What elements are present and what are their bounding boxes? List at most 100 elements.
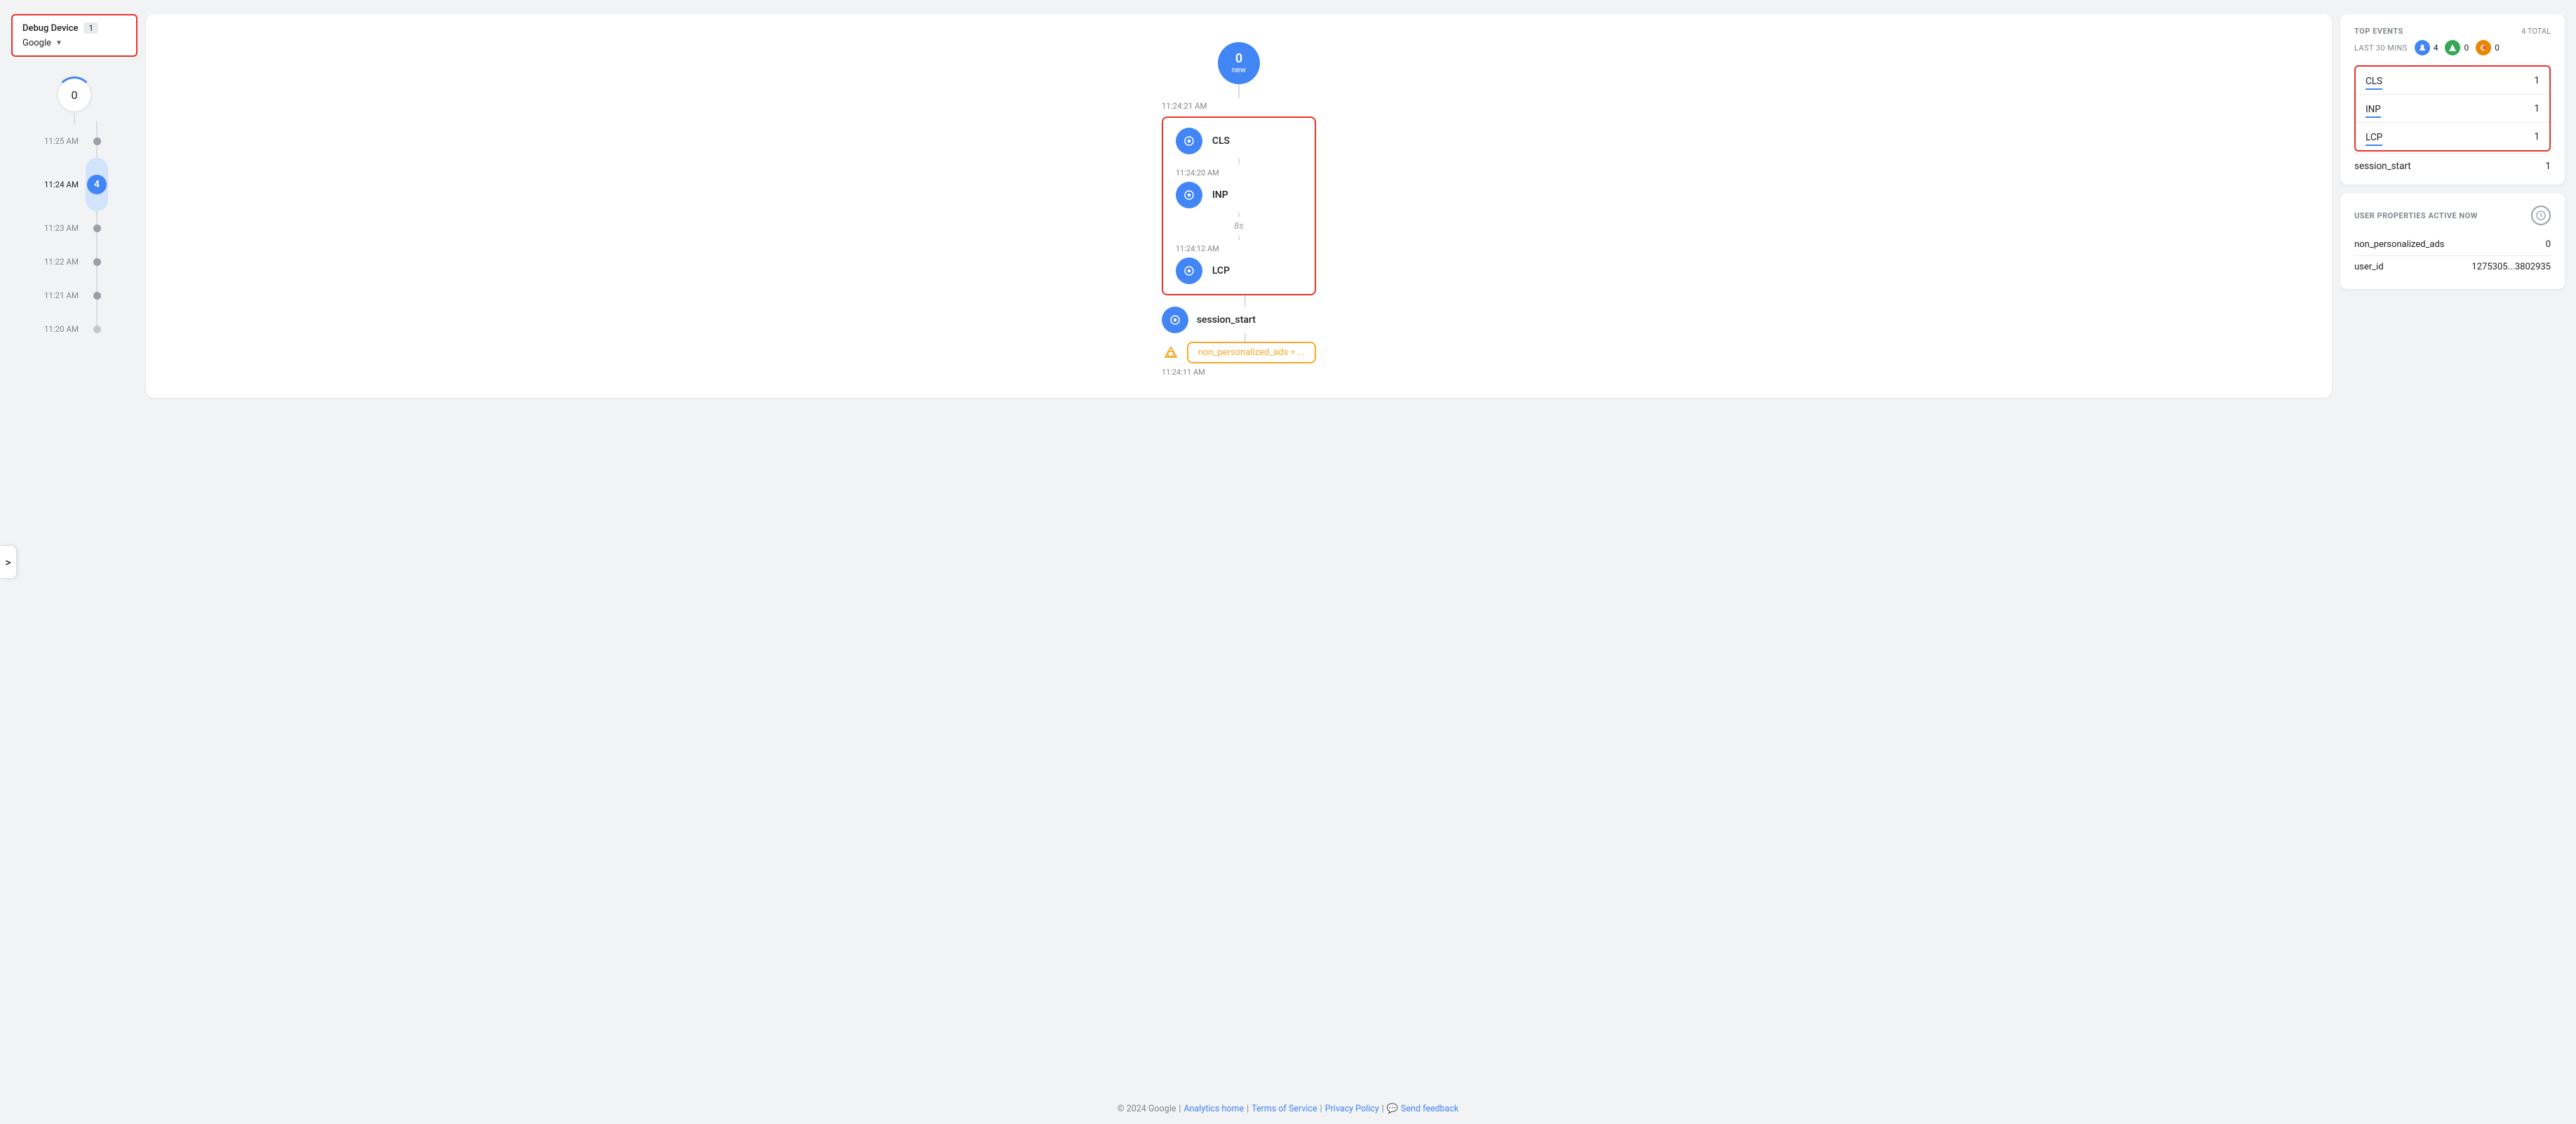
- footer-terms-link[interactable]: Terms of Service: [1252, 1104, 1317, 1114]
- blue-badge-count: 4: [2434, 43, 2439, 53]
- cls-event-icon: [1176, 128, 1202, 154]
- timeline-entry-1124: 11:24 AM 4: [39, 158, 109, 211]
- debug-device-value: Google: [22, 38, 51, 48]
- time-label-1120: 11:20 AM: [39, 324, 84, 334]
- time-label-11-24-12: 11:24:12 AM: [1176, 244, 1219, 253]
- history-icon[interactable]: [2531, 206, 2551, 225]
- user-param-row: non_personalized_ads = ...: [1162, 342, 1316, 363]
- time-label-11-24-20: 11:24:20 AM: [1176, 168, 1219, 178]
- time-label-1122: 11:22 AM: [39, 257, 84, 267]
- cls-event-row[interactable]: CLS: [1176, 128, 1302, 154]
- lcp-event-row[interactable]: LCP: [1176, 257, 1302, 284]
- timeline-rows: 11:25 AM 11:24 AM 4: [39, 124, 109, 346]
- user-prop-row-uid: user_id 1275305...3802935: [2354, 257, 2551, 276]
- user-prop-npa-value: 0: [2546, 239, 2551, 250]
- timeline-entry-1125: 11:25 AM: [39, 124, 109, 158]
- orange-badge-count: 0: [2495, 43, 2500, 53]
- event-row-inp[interactable]: INP 1: [2356, 95, 2549, 123]
- top-events-subtitle: LAST 30 MINS: [2354, 44, 2408, 53]
- top-events-card: TOP EVENTS 4 TOTAL LAST 30 MINS 4: [2340, 14, 2565, 185]
- time-label-11-24-21: 11:24:21 AM: [1162, 101, 1207, 111]
- time-label-11-24-11: 11:24:11 AM: [1162, 368, 1205, 377]
- timeline-entry-1120: 11:20 AM: [39, 312, 109, 346]
- badge-orange-events: 🎁 0: [2476, 40, 2500, 55]
- timeline-wrapper: 0 11:25 AM 11:24 AM: [39, 69, 109, 346]
- footer-feedback-icon: 💬: [1387, 1104, 1398, 1114]
- event-start-label: new: [1232, 65, 1246, 74]
- blue-badge-icon: [2415, 40, 2430, 55]
- inp-event-label: INP: [1212, 189, 1228, 201]
- event-flow-container: 0 new 11:24:21 AM: [160, 35, 2318, 377]
- footer-sep-4: |: [1382, 1104, 1384, 1114]
- session-start-row[interactable]: session_start: [1162, 307, 1256, 333]
- event-row-lcp-count: 1: [2534, 131, 2540, 142]
- event-start-node: 0 new: [1218, 42, 1260, 84]
- lcp-event-label: LCP: [1212, 265, 1230, 276]
- debug-device-row: Debug Device 1: [22, 22, 126, 34]
- event-row-cls[interactable]: CLS 1: [2356, 67, 2549, 95]
- user-prop-uid-value: 1275305...3802935: [2471, 262, 2551, 272]
- footer-analytics-home-link[interactable]: Analytics home: [1183, 1104, 1244, 1114]
- timeline-dot-1125: [93, 138, 101, 145]
- user-param-badge: non_personalized_ads = ...: [1187, 342, 1316, 363]
- event-row-inp-count: 1: [2534, 103, 2540, 114]
- timeline-dot-1122: [93, 258, 101, 266]
- timeline-top-value: 0: [72, 88, 78, 102]
- user-props-title: USER PROPERTIES ACTIVE NOW: [2354, 211, 2478, 220]
- event-row-session-start[interactable]: session_start 1: [2354, 153, 2551, 172]
- dropdown-arrow-icon: ▼: [55, 39, 62, 47]
- footer-copyright: © 2024 Google: [1118, 1104, 1176, 1114]
- debug-device-box: Debug Device 1 Google ▼: [11, 14, 137, 57]
- event-row-lcp[interactable]: LCP 1: [2356, 123, 2549, 150]
- event-row-lcp-name: LCP: [2366, 132, 2382, 146]
- event-row-cls-name: CLS: [2366, 76, 2382, 90]
- user-prop-npa-name: non_personalized_ads: [2354, 239, 2444, 250]
- event-row-session-start-name: session_start: [2354, 161, 2411, 172]
- badge-green-events: 0: [2445, 40, 2469, 55]
- footer-privacy-link[interactable]: Privacy Policy: [1325, 1104, 1379, 1114]
- user-properties-card: USER PROPERTIES ACTIVE NOW non_personali…: [2340, 193, 2565, 289]
- timeline-dot-1120: [93, 326, 101, 333]
- debug-device-select[interactable]: Google ▼: [22, 38, 126, 48]
- event-row-inp-name: INP: [2366, 104, 2381, 118]
- user-props-header: USER PROPERTIES ACTIVE NOW: [2354, 206, 2551, 225]
- highlighted-events-list: CLS 1 INP 1 LCP 1: [2354, 65, 2551, 152]
- footer-sep-2: |: [1247, 1104, 1249, 1114]
- timeline-top-circle: 0: [56, 76, 93, 113]
- timeline-entry-1121: 11:21 AM: [39, 279, 109, 312]
- session-start-icon: [1162, 307, 1188, 333]
- top-events-subtitle-row: LAST 30 MINS 4: [2354, 40, 2551, 55]
- session-start-label: session_start: [1197, 314, 1256, 326]
- timeline-dot-1123: [93, 225, 101, 232]
- left-panel: Debug Device 1 Google ▼ 0 11:25 AM: [11, 14, 137, 346]
- time-label-1121: 11:21 AM: [39, 290, 84, 300]
- time-label-1124: 11:24 AM: [39, 180, 84, 189]
- debug-device-count: 1: [83, 22, 98, 34]
- footer-send-feedback-link[interactable]: Send feedback: [1401, 1104, 1458, 1114]
- orange-badge-icon: 🎁: [2476, 40, 2491, 55]
- inp-event-icon: [1176, 182, 1202, 208]
- center-panel: 0 new 11:24:21 AM: [146, 14, 2332, 398]
- user-prop-uid-name: user_id: [2354, 262, 2384, 272]
- event-row-session-start-count: 1: [2545, 161, 2551, 172]
- svg-text:🎁: 🎁: [2482, 46, 2487, 51]
- timeline-entry-1123: 11:23 AM: [39, 211, 109, 245]
- event-row-cls-count: 1: [2534, 75, 2540, 86]
- green-badge-icon: [2445, 40, 2460, 55]
- user-param-icon: [1162, 344, 1180, 362]
- sidebar-toggle-button[interactable]: >: [0, 545, 17, 579]
- top-events-header: TOP EVENTS 4 TOTAL: [2354, 27, 2551, 36]
- highlighted-events-box: CLS 11:24:20 AM: [1162, 116, 1316, 295]
- right-panel: TOP EVENTS 4 TOTAL LAST 30 MINS 4: [2340, 14, 2565, 289]
- user-param-label: non_personalized_ads = ...: [1198, 347, 1305, 358]
- top-events-total: 4 TOTAL: [2521, 27, 2551, 36]
- event-start-count: 0: [1235, 53, 1242, 65]
- chevron-right-icon: >: [5, 556, 11, 569]
- timeline-entry-1122: 11:22 AM: [39, 245, 109, 279]
- timeline-active-count: 4: [87, 175, 107, 194]
- timeline-dot-1121: [93, 292, 101, 300]
- inp-event-row[interactable]: INP: [1176, 182, 1302, 208]
- footer-sep-1: |: [1179, 1104, 1181, 1114]
- time-label-1123: 11:23 AM: [39, 223, 84, 233]
- cls-event-label: CLS: [1212, 135, 1230, 147]
